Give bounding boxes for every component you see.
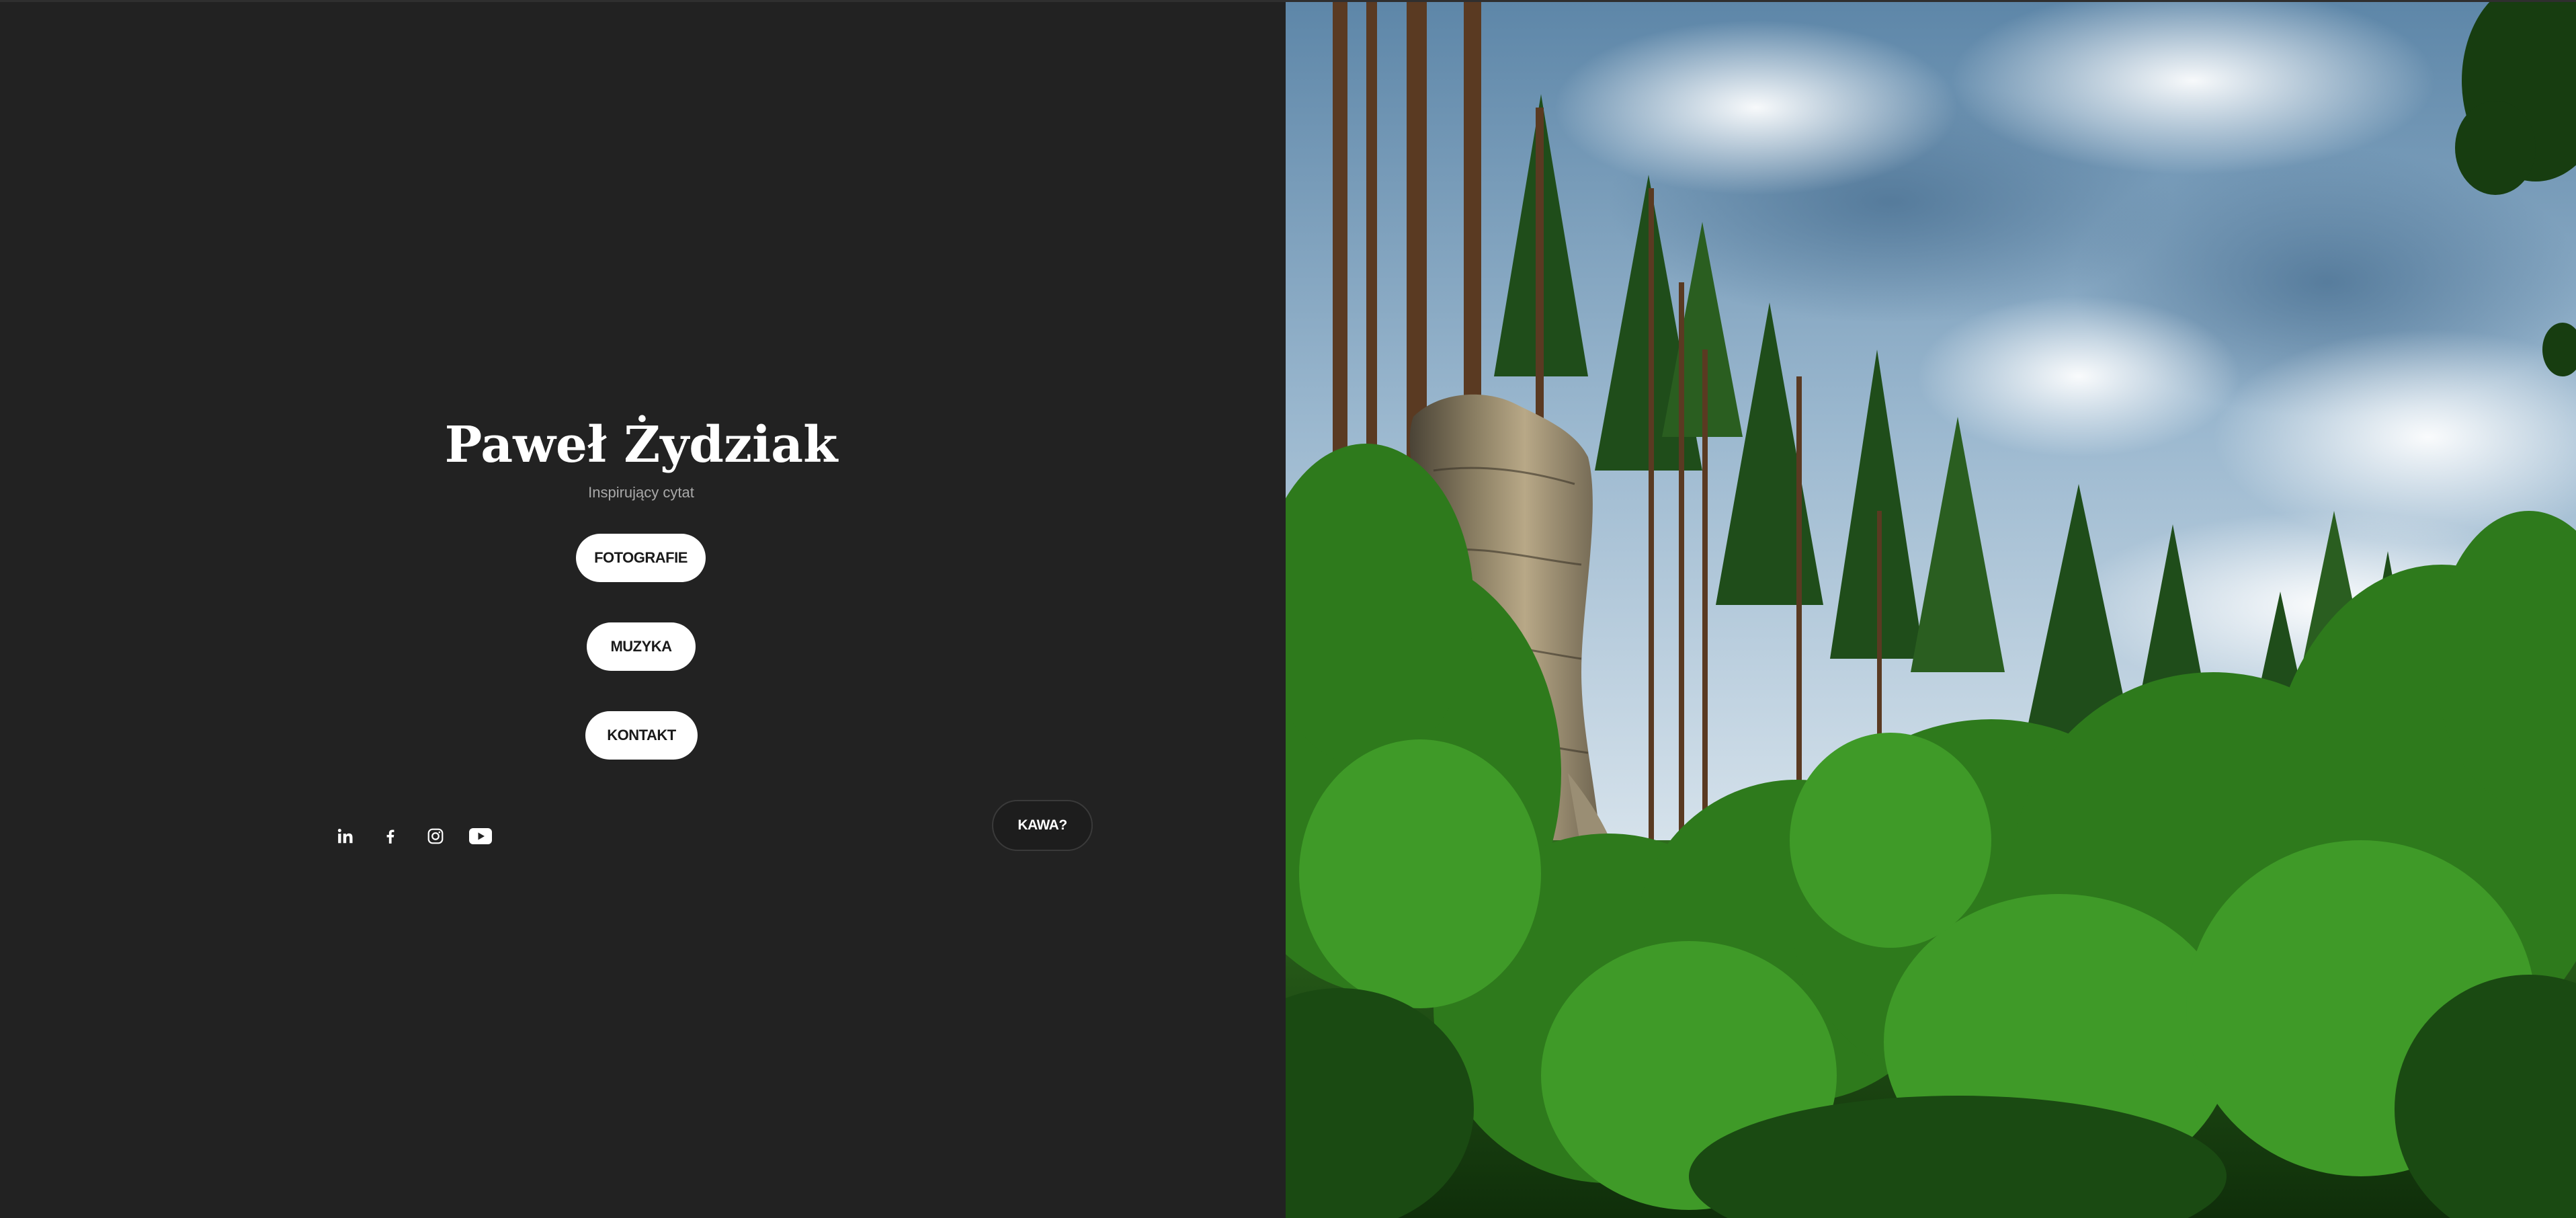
page-title: Paweł Żydziak: [444, 416, 838, 474]
instagram-icon: [427, 828, 444, 844]
fotografie-button-label: FOTOGRAFIE: [594, 549, 688, 566]
facebook-link[interactable]: [377, 823, 404, 850]
page: Paweł Żydziak Inspirujący cytat FOTOGRAF…: [0, 0, 2576, 1218]
coffee-button[interactable]: KAWA?: [992, 800, 1093, 851]
fotografie-button[interactable]: FOTOGRAFIE: [576, 534, 706, 582]
forest-rock-photo: [1286, 0, 2576, 1218]
facebook-icon: [386, 829, 394, 844]
left-panel: Paweł Żydziak Inspirujący cytat FOTOGRAF…: [0, 0, 1286, 1218]
youtube-icon: [469, 828, 492, 844]
youtube-link[interactable]: [467, 823, 494, 850]
kontakt-button[interactable]: KONTAKT: [585, 711, 698, 760]
coffee-button-label: KAWA?: [1017, 817, 1067, 833]
muzyka-button-label: MUZYKA: [610, 638, 672, 655]
subtitle-quote: Inspirujący cytat: [588, 484, 694, 501]
linkedin-link[interactable]: [332, 823, 359, 850]
linkedin-icon: [337, 829, 353, 844]
top-divider: [0, 0, 2576, 2]
hero-image: [1286, 0, 2576, 1218]
instagram-link[interactable]: [422, 823, 449, 850]
kontakt-button-label: KONTAKT: [607, 727, 676, 743]
muzyka-button[interactable]: MUZYKA: [587, 622, 696, 671]
